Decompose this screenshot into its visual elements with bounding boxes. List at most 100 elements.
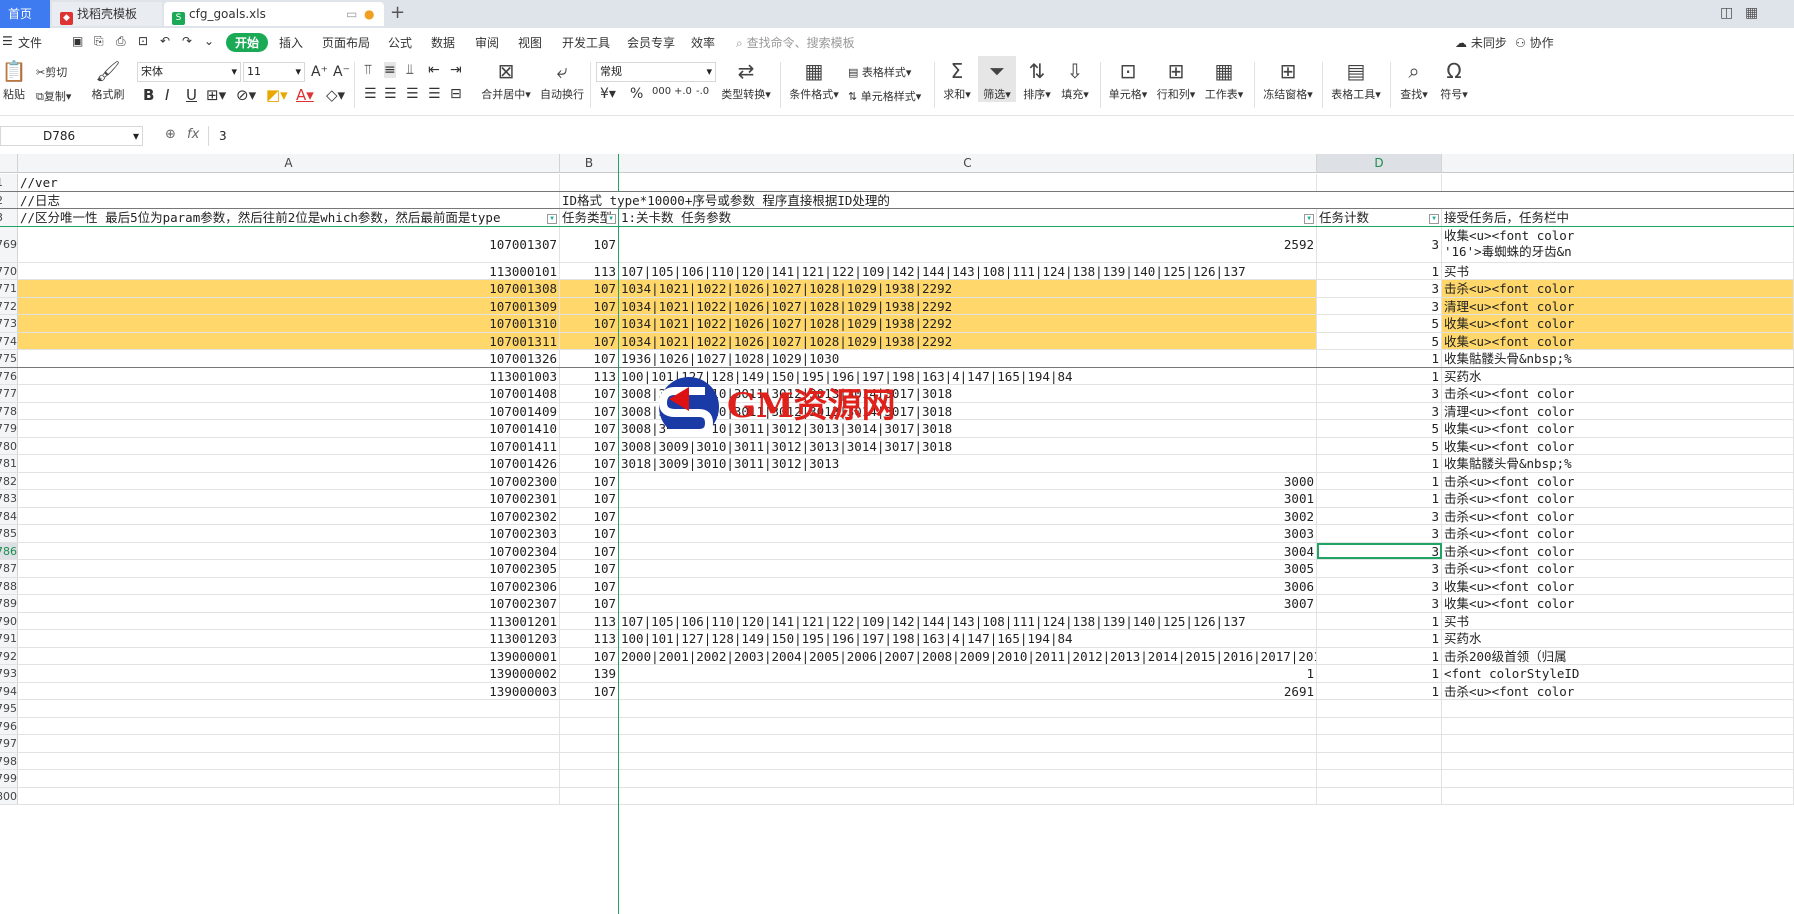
cell-e[interactable]: 清理<u><font color	[1442, 402, 1794, 419]
zoom-icon[interactable]: ⊕	[165, 127, 176, 142]
row-number[interactable]: 2	[0, 191, 18, 208]
print-icon[interactable]: ⎙	[116, 34, 126, 49]
cell-b[interactable]: 107	[560, 226, 619, 262]
filter-dropdown-icon[interactable]: ▼	[606, 213, 616, 224]
cell-b[interactable]: 113	[560, 612, 619, 629]
type-convert-button[interactable]: ⇄ 类型转换▾	[720, 56, 772, 102]
cell-c[interactable]	[619, 717, 1317, 734]
cell-b[interactable]: 107	[560, 490, 619, 507]
menu-dev[interactable]: 开发工具	[562, 34, 610, 51]
row-number[interactable]: 791	[0, 630, 18, 647]
cell-a[interactable]: 107001409	[18, 402, 560, 419]
cell-c[interactable]: 3007	[619, 595, 1317, 612]
row-number[interactable]: 785	[0, 525, 18, 542]
cell-c[interactable]: 3006	[619, 577, 1317, 594]
sum-button[interactable]: Σ 求和▾	[940, 56, 974, 102]
cell-c[interactable]: 2592	[619, 226, 1317, 262]
indent-decrease-icon[interactable]: ⇤	[428, 62, 440, 78]
cell-c[interactable]	[619, 770, 1317, 787]
cell-a[interactable]: 113001003	[18, 367, 560, 384]
cell-d[interactable]: 3	[1317, 542, 1442, 559]
italic-icon[interactable]: I	[165, 86, 169, 104]
column-header-e[interactable]	[1442, 154, 1794, 173]
cell-a[interactable]: 113001203	[18, 630, 560, 647]
cell-a[interactable]: 107002305	[18, 560, 560, 577]
border-icon[interactable]: ⊞▾	[206, 86, 226, 104]
clear-format-icon[interactable]: ◇▾	[326, 86, 345, 104]
copy-button[interactable]: ⧉复制▾	[36, 88, 71, 104]
row-number[interactable]: 788	[0, 577, 18, 594]
cell-a[interactable]: 113000101	[18, 262, 560, 279]
cell-d[interactable]: 1	[1317, 647, 1442, 664]
menu-insert[interactable]: 插入	[279, 34, 303, 51]
cell-c[interactable]: 3008|3009|3010|3011|3012|3013|3014|3017|…	[619, 385, 1317, 402]
menu-view[interactable]: 视图	[518, 34, 542, 51]
cell-d[interactable]	[1317, 700, 1442, 717]
cell-d[interactable]: 3	[1317, 297, 1442, 314]
indent-increase-icon[interactable]: ⇥	[450, 62, 462, 78]
currency-icon[interactable]: ¥▾	[600, 86, 616, 102]
cell-b[interactable]: 107	[560, 595, 619, 612]
filter-button[interactable]: ⏷ 筛选▾	[978, 56, 1016, 102]
cell-e[interactable]: 接受任务后，任务栏中	[1442, 209, 1794, 226]
find-button[interactable]: ⌕ 查找▾	[1396, 56, 1432, 102]
cell-c[interactable]	[619, 174, 1317, 191]
cell-c[interactable]	[619, 787, 1317, 804]
cell-b[interactable]	[560, 752, 619, 769]
cell-e[interactable]: 收集<u><font color	[1442, 420, 1794, 437]
cell-b[interactable]: 107	[560, 297, 619, 314]
row-number[interactable]: 777	[0, 385, 18, 402]
cell-a[interactable]: 107002306	[18, 577, 560, 594]
cell-d[interactable]: 3	[1317, 385, 1442, 402]
cell-e[interactable]: 收集<u><font color	[1442, 315, 1794, 332]
cell-c[interactable]: 2691	[619, 682, 1317, 699]
cell-a[interactable]: 107001308	[18, 280, 560, 297]
cell-b[interactable]: 107	[560, 525, 619, 542]
cell-a[interactable]	[18, 752, 560, 769]
cell-a[interactable]: 107002307	[18, 595, 560, 612]
row-number[interactable]: 795	[0, 700, 18, 717]
cell-a[interactable]	[18, 735, 560, 752]
cell-a[interactable]: 107001310	[18, 315, 560, 332]
cell-a[interactable]: 107001307	[18, 226, 560, 262]
align-left-icon[interactable]: ☰	[364, 86, 377, 102]
row-number[interactable]: 771	[0, 280, 18, 297]
cell-e[interactable]	[1442, 174, 1794, 191]
cell-d[interactable]	[1317, 770, 1442, 787]
cell-d[interactable]: 1	[1317, 262, 1442, 279]
preview-icon[interactable]: ⊡	[138, 34, 148, 48]
cell-b[interactable]	[560, 787, 619, 804]
menu-data[interactable]: 数据	[431, 34, 455, 51]
cell-e[interactable]	[1442, 735, 1794, 752]
cell-e[interactable]: 击杀<u><font color	[1442, 525, 1794, 542]
row-number[interactable]: 787	[0, 560, 18, 577]
cell-c[interactable]: 2000|2001|2002|2003|2004|2005|2006|2007|…	[619, 647, 1317, 664]
cell-d[interactable]: 1	[1317, 665, 1442, 682]
hamburger-icon[interactable]: ☰	[2, 34, 13, 48]
font-size-select[interactable]: 11 ▾	[243, 62, 305, 82]
row-number[interactable]: 798	[0, 752, 18, 769]
cell-a[interactable]: //日志	[18, 191, 560, 208]
cell-e[interactable]: 收集<u><font color	[1442, 437, 1794, 454]
cell-d[interactable]: 5	[1317, 437, 1442, 454]
row-number[interactable]: 800	[0, 787, 18, 804]
row-number[interactable]: 781	[0, 455, 18, 472]
cell-e[interactable]: 击杀<u><font color	[1442, 385, 1794, 402]
cell-a[interactable]: 107002303	[18, 525, 560, 542]
column-header-a[interactable]: A	[18, 154, 560, 173]
undo-icon[interactable]: ↶	[160, 34, 170, 48]
cell-b[interactable]	[560, 770, 619, 787]
cell-d[interactable]: 3	[1317, 280, 1442, 297]
cell-a[interactable]: 139000002	[18, 665, 560, 682]
cell-c[interactable]: 3000	[619, 472, 1317, 489]
cell-b[interactable]: 107	[560, 455, 619, 472]
cell-d[interactable]: 1	[1317, 490, 1442, 507]
strikethrough-icon[interactable]: ⊘▾	[236, 86, 256, 104]
table-tools-button[interactable]: ▤ 表格工具▾	[1328, 56, 1384, 102]
cell-c[interactable]: 100|101|127|128|149|150|195|196|197|198|…	[619, 367, 1317, 384]
filter-dropdown-icon[interactable]: ▼	[1429, 213, 1439, 224]
cell-e[interactable]: 击杀<u><font color	[1442, 682, 1794, 699]
column-header-c[interactable]: C	[619, 154, 1317, 173]
cell-c[interactable]: 1	[619, 665, 1317, 682]
cell-d[interactable]: 3	[1317, 577, 1442, 594]
